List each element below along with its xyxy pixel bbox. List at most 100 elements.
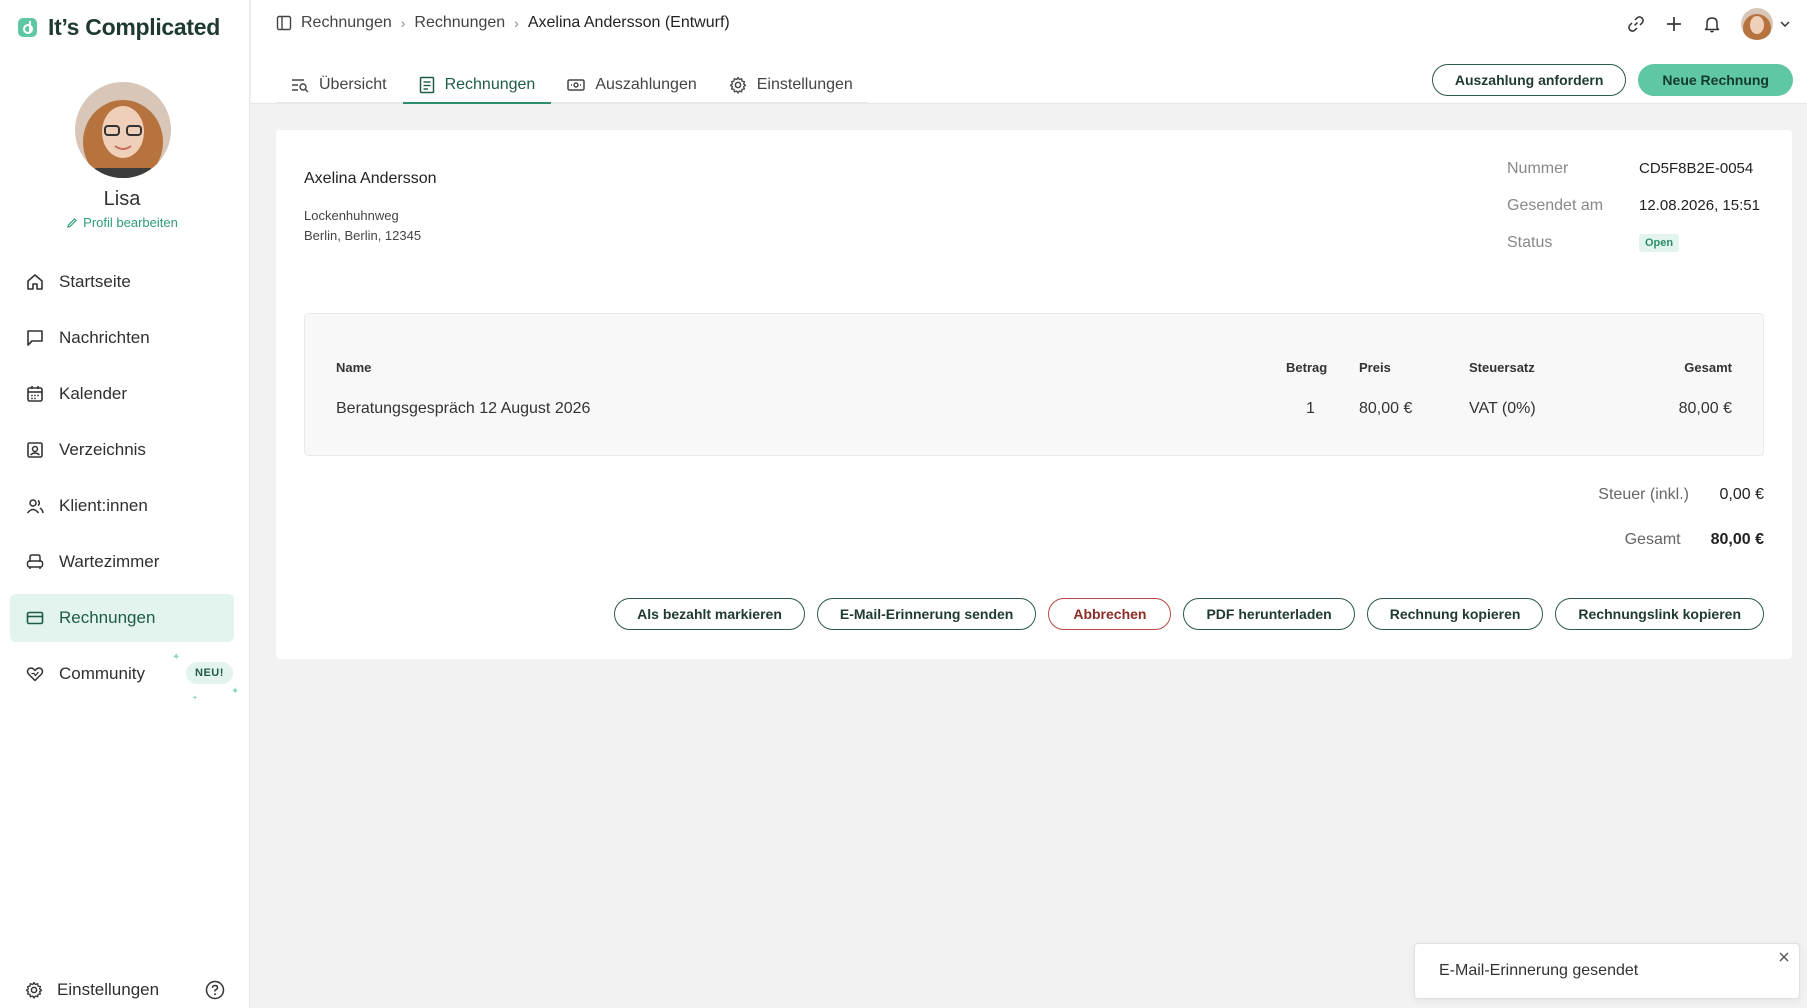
chevron-right-icon: › <box>400 15 406 31</box>
home-icon <box>25 272 45 292</box>
armchair-icon <box>25 552 45 572</box>
meta-label: Nummer <box>1507 159 1569 177</box>
sparkle-icon: ✦ <box>231 686 240 697</box>
status-badge: Open <box>1639 233 1680 252</box>
profile-avatar[interactable] <box>75 82 171 178</box>
line-item-name: Beratungsgespräch 12 August 2026 <box>336 400 591 417</box>
tax-label: Steuer (inkl.) <box>1598 485 1689 503</box>
mark-paid-button[interactable]: Als bezahlt markieren <box>614 598 805 630</box>
copy-link-button[interactable]: Rechnungslink kopieren <box>1555 598 1764 630</box>
line-item-total: 80,00 € <box>1678 400 1732 417</box>
link-icon[interactable] <box>1627 15 1645 33</box>
meta-label: Gesendet am <box>1507 196 1604 214</box>
sidebar-settings-label: Einstellungen <box>57 980 160 999</box>
header-actions: Auszahlung anfordern Neue Rechnung <box>1431 64 1793 96</box>
chevron-right-icon: › <box>514 15 519 31</box>
sidebar-item-label: Verzeichnis <box>59 440 146 459</box>
copy-invoice-button[interactable]: Rechnung kopieren <box>1366 598 1544 630</box>
edit-profile-link[interactable]: Profil bearbeiten <box>0 215 244 230</box>
cancel-invoice-button[interactable]: Abbrechen <box>1048 598 1172 630</box>
sidebar-item-community[interactable]: Community NEU! ✦ ✦ ✦ <box>10 650 239 702</box>
pencil-icon <box>66 217 78 229</box>
request-payout-button[interactable]: Auszahlung anfordern <box>1431 64 1627 96</box>
sidebar-item-label: Community <box>59 664 145 683</box>
invoice-card: Axelina Andersson Lockenhuhnweg Berlin, … <box>276 130 1792 659</box>
breadcrumb-item[interactable]: Rechnungen <box>301 14 392 32</box>
invoice-number: CD5F8B2E-0054 <box>1639 160 1754 177</box>
meta-label: Status <box>1507 233 1553 251</box>
clients-icon <box>25 496 45 516</box>
breadcrumb-item[interactable]: Rechnungen <box>414 14 505 32</box>
sparkle-icon: ✦ <box>172 652 181 663</box>
client-address: Lockenhuhnweg Berlin, Berlin, 12345 <box>304 206 421 246</box>
heart-icon <box>25 664 45 684</box>
tab-label: Rechnungen <box>444 76 536 93</box>
address-street: Lockenhuhnweg <box>304 208 399 223</box>
invoice-actions: Als bezahlt markieren E-Mail-Erinnerung … <box>614 598 1764 630</box>
line-item-price: 80,00 € <box>1359 400 1413 417</box>
breadcrumb-current: Axelina Andersson (Entwurf) <box>527 14 730 31</box>
download-pdf-button[interactable]: PDF herunterladen <box>1183 598 1355 630</box>
cash-icon <box>567 78 586 92</box>
sidebar-item-label: Wartezimmer <box>59 552 160 571</box>
topbar-icons <box>1627 8 1791 40</box>
total-row: Gesamt 80,00 € <box>1598 517 1764 562</box>
sparkle-icon: ✦ <box>192 695 198 702</box>
sidebar-item-startseite[interactable]: Startseite <box>10 258 234 306</box>
meta-status: Status Open <box>1507 224 1760 261</box>
new-badge: NEU! <box>186 662 233 684</box>
sidebar-item-klientinnen[interactable]: Klient:innen <box>10 482 234 530</box>
tab-settings[interactable]: Einstellungen <box>712 68 869 104</box>
send-reminder-button[interactable]: E-Mail-Erinnerung senden <box>816 598 1037 630</box>
sidebar-item-label: Rechnungen <box>59 608 156 627</box>
meta-number: Nummer CD5F8B2E-0054 <box>1507 150 1760 187</box>
sidebar-item-rechnungen[interactable]: Rechnungen <box>10 594 234 642</box>
tab-label: Einstellungen <box>756 76 853 93</box>
invoice-meta: Nummer CD5F8B2E-0054 Gesendet am 12.08.2… <box>1507 150 1760 261</box>
gear-icon <box>729 76 747 94</box>
column-header-total: Gesamt <box>1684 360 1732 375</box>
sidebar-toggle-icon[interactable] <box>276 15 292 31</box>
sidebar-item-verzeichnis[interactable]: Verzeichnis <box>10 426 234 474</box>
line-items-table: Name Betrag Preis Steuersatz Gesamt Bera… <box>304 313 1764 456</box>
chevron-down-icon <box>1779 18 1791 30</box>
user-menu[interactable] <box>1741 8 1791 40</box>
help-icon[interactable] <box>205 980 225 1000</box>
invoice-totals: Steuer (inkl.) 0,00 € Gesamt 80,00 € <box>1598 472 1764 562</box>
profile-name: Lisa <box>103 188 141 210</box>
sent-date: 12.08.2026, 15:51 <box>1639 197 1760 214</box>
tab-invoices[interactable]: Rechnungen <box>402 68 552 104</box>
sidebar-item-nachrichten[interactable]: Nachrichten <box>10 314 234 362</box>
tab-overview[interactable]: Übersicht <box>275 68 403 104</box>
sidebar-item-label: Nachrichten <box>59 328 150 347</box>
sidebar-item-kalender[interactable]: Kalender <box>10 370 234 418</box>
breadcrumb: Rechnungen › Rechnungen › Axelina Anders… <box>276 14 730 32</box>
tab-payouts[interactable]: Auszahlungen <box>551 68 713 104</box>
column-header-tax: Steuersatz <box>1469 360 1535 375</box>
close-icon[interactable] <box>1777 950 1791 964</box>
sidebar-nav: Startseite Nachrichten Kalender Verzeich… <box>10 258 239 706</box>
sidebar-item-label: Klient:innen <box>59 496 148 515</box>
client-name: Axelina Andersson <box>304 170 437 187</box>
line-item-amount: 1 <box>1306 400 1315 417</box>
bell-icon[interactable] <box>1703 15 1721 33</box>
new-invoice-button[interactable]: Neue Rechnung <box>1638 64 1793 96</box>
directory-icon <box>25 440 45 460</box>
column-header-amount: Betrag <box>1286 360 1328 375</box>
invoice-icon <box>419 76 435 94</box>
total-label: Gesamt <box>1624 530 1681 548</box>
sidebar-item-label: Kalender <box>59 384 128 403</box>
total-value: 80,00 € <box>1710 530 1764 548</box>
line-item-tax: VAT (0%) <box>1469 400 1536 417</box>
sidebar-settings[interactable]: Einstellungen <box>25 980 159 1000</box>
app-logo[interactable]: It’s Complicated <box>18 14 220 41</box>
tax-value: 0,00 € <box>1719 485 1764 503</box>
tax-row: Steuer (inkl.) 0,00 € <box>1598 472 1764 517</box>
gear-icon <box>25 981 43 999</box>
sidebar-item-wartezimmer[interactable]: Wartezimmer <box>10 538 234 586</box>
sidebar-footer: Einstellungen <box>25 980 225 1000</box>
plus-icon[interactable] <box>1665 15 1683 33</box>
topbar: Rechnungen › Rechnungen › Axelina Anders… <box>251 0 1807 104</box>
avatar <box>1741 8 1773 40</box>
app-name: It’s Complicated <box>48 14 220 40</box>
